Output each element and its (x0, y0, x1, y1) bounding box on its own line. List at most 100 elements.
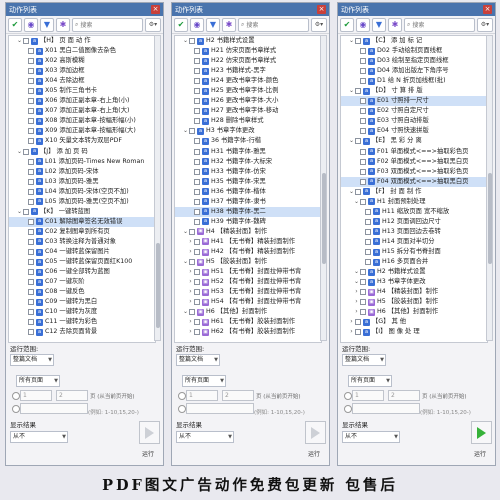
tree-item[interactable]: a C08 一键反色 (9, 287, 155, 297)
item-checkbox[interactable] (360, 68, 366, 75)
expand-icon[interactable]: ⌄ (348, 187, 355, 197)
tree-item[interactable]: a C05 一键转蓝保留页面红K100 (9, 257, 155, 267)
custom-range-field[interactable] (20, 403, 88, 414)
item-checkbox[interactable] (360, 269, 366, 276)
tree-item[interactable]: a H23 书籍样式-黑字 (175, 66, 321, 76)
tree-item[interactable]: a E04 寸照快速拼版 (341, 126, 487, 136)
tree-item[interactable]: ⌄ a H1 封面预制处理 (341, 197, 487, 207)
item-checkbox[interactable] (194, 88, 200, 95)
item-checkbox[interactable] (28, 188, 34, 195)
search-input[interactable]: ⌕ 搜索 (72, 17, 143, 32)
expand-icon[interactable]: ⌄ (182, 307, 189, 317)
tree-item[interactable]: a H15 拆分有书脊封面 (341, 247, 487, 257)
item-checkbox[interactable] (28, 88, 34, 95)
search-input[interactable]: ⌕ 搜索 (238, 17, 309, 32)
tree-item[interactable]: a F01 单面模式<==>抽取彩色页 (341, 147, 487, 157)
page-range-radio[interactable] (12, 392, 20, 400)
expand-icon[interactable]: › (353, 297, 360, 307)
item-checkbox[interactable] (23, 148, 29, 155)
menu-dropdown-icon[interactable]: ⚙▾ (311, 17, 327, 32)
item-checkbox[interactable] (194, 148, 200, 155)
scroll-thumb[interactable] (156, 242, 160, 328)
expand-icon[interactable]: ⌄ (182, 36, 189, 46)
item-checkbox[interactable] (189, 128, 195, 135)
item-checkbox[interactable] (28, 238, 34, 245)
tree-item[interactable]: a X06 添加正副本章-右上角(小) (9, 96, 155, 106)
tree-item[interactable]: a F04 双面模式<==>抽取黑白页 (341, 176, 487, 187)
item-checkbox[interactable] (194, 158, 200, 165)
item-checkbox[interactable] (28, 68, 34, 75)
item-checkbox[interactable] (28, 58, 34, 65)
record-icon[interactable]: ◉ (190, 17, 204, 32)
tree-item[interactable]: a C12 去除页面背景 (9, 327, 155, 337)
item-checkbox[interactable] (28, 98, 34, 105)
record-icon[interactable]: ◉ (24, 17, 38, 32)
expand-icon[interactable]: ⌄ (182, 227, 189, 237)
tree-item[interactable]: ⌄ ▣ H4 【精装封面】制作 (175, 227, 321, 237)
item-checkbox[interactable] (360, 289, 366, 296)
scope-select[interactable]: 整篇文档 ▼ (10, 354, 54, 366)
item-checkbox[interactable] (360, 279, 366, 286)
tree-item[interactable]: a D03 绘制至指定页面线框 (341, 56, 487, 66)
tree-item[interactable]: › ▣ H54 【有书脊】封面拉伸带书背 (175, 297, 321, 307)
tree-item[interactable]: a C10 一键转为灰度 (9, 307, 155, 317)
expand-icon[interactable]: ⌄ (348, 36, 355, 46)
item-checkbox[interactable] (194, 118, 200, 125)
tree-item[interactable]: a H33 书籍字体-仿宋 (175, 167, 321, 177)
close-icon[interactable]: × (483, 5, 492, 14)
item-checkbox[interactable] (189, 259, 195, 266)
item-checkbox[interactable] (360, 158, 366, 165)
tree-item[interactable]: a L02 添加页码-宋体 (9, 167, 155, 177)
tree-item[interactable]: ⌄ a 【C】 添 加 标 记 (341, 36, 487, 46)
custom-range-radio[interactable] (12, 405, 20, 413)
tree-item[interactable]: a C11 一键转为彩色 (9, 317, 155, 327)
settings-icon[interactable]: ✱ (222, 17, 236, 32)
item-checkbox[interactable] (355, 188, 361, 195)
expand-icon[interactable]: › (187, 237, 194, 247)
tree-item[interactable]: a H13 页面回边去卷转 (341, 227, 487, 237)
item-checkbox[interactable] (194, 178, 200, 185)
item-checkbox[interactable] (194, 299, 200, 306)
item-checkbox[interactable] (28, 228, 34, 235)
page-range-radio[interactable] (178, 392, 186, 400)
tree-item[interactable]: a H21 仿宋页面书章样式 (175, 46, 321, 56)
expand-icon[interactable]: ⌄ (353, 267, 360, 277)
tree-item[interactable]: a H25 更改书章字体-比例 (175, 86, 321, 96)
menu-dropdown-icon[interactable]: ⚙▾ (145, 17, 161, 32)
item-checkbox[interactable] (28, 319, 34, 326)
item-checkbox[interactable] (194, 249, 200, 255)
item-checkbox[interactable] (194, 238, 200, 245)
expand-icon[interactable]: › (353, 287, 360, 297)
item-checkbox[interactable] (28, 48, 34, 55)
tree-item[interactable]: a X09 添加正副本章-按幅形幅(大) (9, 126, 155, 136)
expand-icon[interactable]: › (187, 247, 194, 257)
item-checkbox[interactable] (360, 118, 366, 125)
item-checkbox[interactable] (355, 319, 361, 326)
item-checkbox[interactable] (194, 48, 200, 55)
item-checkbox[interactable] (28, 269, 34, 276)
action-tree[interactable]: ⌄ a 【H】 页 面 动 作 a X01 黑白二值图像去杂色 a X02 高斯模糊 a X03… (8, 35, 156, 343)
filter-icon[interactable]: ▼ (206, 17, 220, 32)
page-to-field[interactable]: 2 (222, 390, 254, 401)
expand-icon[interactable]: › (187, 267, 194, 277)
expand-icon[interactable]: ⌄ (353, 277, 360, 287)
item-checkbox[interactable] (194, 138, 200, 145)
check-icon[interactable]: ✔ (8, 17, 22, 32)
tree-item[interactable]: a X01 黑白二值图像去杂色 (9, 46, 155, 56)
tree-item[interactable]: a H39 书籍字体-魏碑 (175, 217, 321, 227)
tree-item[interactable]: a H37 书籍字体-隶书 (175, 197, 321, 207)
tree-item[interactable]: a X04 去除边框 (9, 76, 155, 86)
tree-item[interactable]: › ▣ H42 【有书脊】精装封面制作 (175, 247, 321, 257)
item-checkbox[interactable] (28, 198, 34, 205)
tree-item[interactable]: ⌄ ▣ H5 【胶装封面】制作 (175, 257, 321, 267)
tree-item[interactable]: ⌄ a H3 书章字体更改 (341, 277, 487, 287)
item-checkbox[interactable] (194, 218, 200, 225)
vertical-scrollbar[interactable] (320, 35, 327, 341)
expand-icon[interactable]: › (348, 317, 355, 327)
expand-icon[interactable]: ⌄ (16, 36, 23, 46)
item-checkbox[interactable] (360, 198, 366, 205)
check-icon[interactable]: ✔ (174, 17, 188, 32)
tree-item[interactable]: a L01 添加页码-Times New Roman (9, 157, 155, 167)
run-button[interactable] (139, 421, 160, 444)
settings-icon[interactable]: ✱ (56, 17, 70, 32)
